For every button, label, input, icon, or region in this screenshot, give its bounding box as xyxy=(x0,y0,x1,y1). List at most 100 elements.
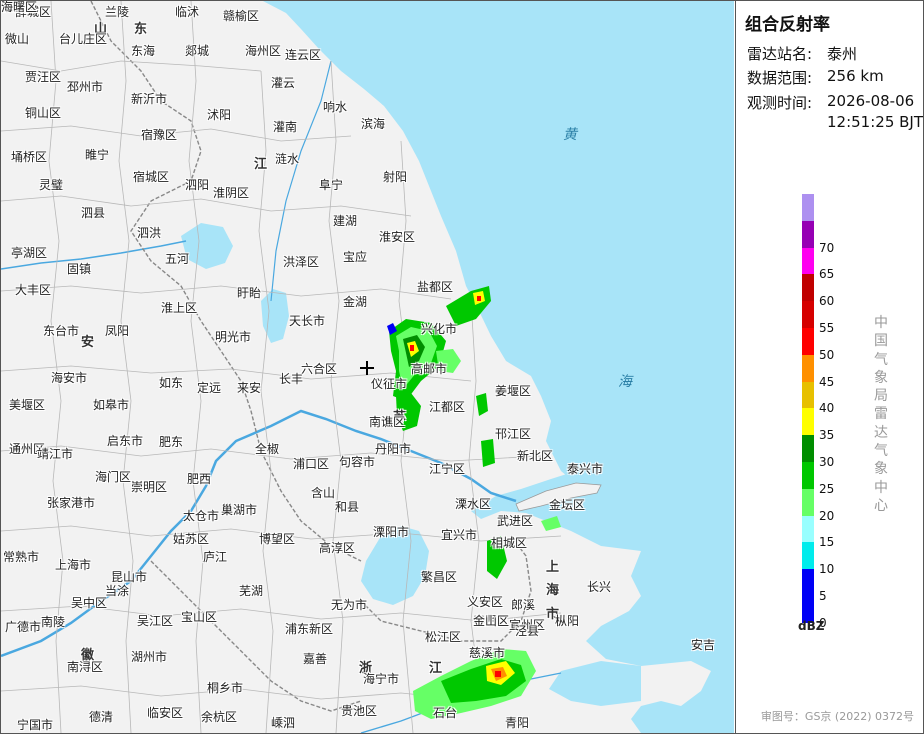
place-label: 句容市 xyxy=(339,455,376,469)
legend-swatch xyxy=(802,542,814,570)
place-label: 全椒 xyxy=(255,442,280,456)
place-label: 江都区 xyxy=(429,400,466,414)
legend-swatch xyxy=(802,354,814,382)
legend-swatch xyxy=(802,327,814,355)
place-label: 郎溪 xyxy=(511,598,536,612)
place-label: 金山区 xyxy=(473,614,510,628)
place-label: 灵璧 xyxy=(39,178,64,192)
place-label: 宁国市 xyxy=(17,718,54,732)
place-label: 海安市 xyxy=(51,371,88,385)
place-label: 常熟市 xyxy=(3,550,40,564)
place-label: 德清 xyxy=(89,710,114,724)
place-label: 仪征市 xyxy=(371,377,408,391)
place-label: 睢宁 xyxy=(85,148,110,162)
place-label: 肥西 xyxy=(187,472,212,486)
info-key: 雷达站名: xyxy=(747,45,813,63)
place-label: 安吉 xyxy=(691,638,716,652)
place-label: 上海市 xyxy=(55,558,92,572)
place-label: 枞阳 xyxy=(555,614,580,628)
legend-tick-label: 10 xyxy=(819,562,835,577)
place-label: 青阳 xyxy=(505,716,530,730)
place-label: 连云区 xyxy=(285,48,322,62)
place-label: 南浔区 xyxy=(67,660,104,674)
place-label: 宜兴市 xyxy=(441,528,478,542)
place-label: 海门区 xyxy=(95,470,132,484)
info-row-station: 雷达站名: 泰州 xyxy=(747,43,857,64)
province-label: 海 xyxy=(546,583,560,598)
legend-tick-label: 15 xyxy=(819,535,835,550)
place-label: 肥东 xyxy=(159,435,184,449)
legend-swatch xyxy=(802,435,814,462)
place-label: 淮安区 xyxy=(379,230,416,244)
place-label: 兰陵 xyxy=(105,5,130,19)
place-label: 石台 xyxy=(433,706,458,720)
info-row-range: 数据范围: 256 km xyxy=(747,67,884,88)
legend-tick-label: 25 xyxy=(819,481,835,496)
province-label: 安 xyxy=(81,335,95,350)
legend-tick-label: 35 xyxy=(819,428,835,443)
legend-swatch xyxy=(802,301,814,328)
radar-site-marker[interactable] xyxy=(360,361,374,375)
place-label: 庐江 xyxy=(203,550,228,564)
place-label: 大丰区 xyxy=(15,283,52,297)
info-key: 观测时间: xyxy=(747,94,813,112)
place-label: 泗洪 xyxy=(137,226,162,240)
province-label: 东 xyxy=(134,22,148,37)
legend-tick-label: 20 xyxy=(819,508,835,523)
place-label: 赣榆区 xyxy=(223,9,260,23)
place-label: 广德市 xyxy=(5,620,42,634)
place-label: 宿豫区 xyxy=(141,128,178,142)
place-label: 泰兴市 xyxy=(567,462,604,476)
dbz-color-legend xyxy=(802,194,814,623)
province-label: 上 xyxy=(546,560,560,575)
place-label: 五河 xyxy=(165,252,190,266)
place-label: 阜宁 xyxy=(319,178,344,192)
legend-swatch xyxy=(802,274,814,302)
hangzhou-bay xyxy=(549,661,641,706)
place-label: 建湖 xyxy=(333,214,358,228)
place-label: 高邮市 xyxy=(411,362,448,376)
province-label: 江 xyxy=(254,157,268,172)
place-label: 太仓市 xyxy=(183,509,220,523)
legend-tick-label: 50 xyxy=(819,347,835,362)
place-label: 金湖 xyxy=(343,295,368,309)
info-panel: 组合反射率 雷达站名: 泰州 数据范围: 256 km 观测时间: 2026-0… xyxy=(735,1,924,733)
place-label: 巢湖市 xyxy=(221,503,258,517)
place-label: 姜堰区 xyxy=(495,384,532,398)
province-boundary xyxy=(90,1,362,562)
gaoyou-lake xyxy=(261,289,289,343)
legend-tick-label: 55 xyxy=(819,321,835,335)
place-label: 博望区 xyxy=(259,532,296,546)
place-label: 固镇 xyxy=(67,262,92,276)
place-label: 埇桥区 xyxy=(11,150,48,164)
legend-unit: dBZ xyxy=(798,619,825,633)
place-label: 溧水区 xyxy=(455,497,492,511)
place-label: 姑苏区 xyxy=(173,532,210,546)
place-label: 天长市 xyxy=(289,314,326,328)
place-label: 高淳区 xyxy=(319,541,356,555)
place-label: 海州区 xyxy=(245,44,282,58)
place-label: 金坛区 xyxy=(549,498,586,512)
place-label: 铜山区 xyxy=(25,106,62,120)
place-label: 武进区 xyxy=(497,514,534,528)
place-label: 盐都区 xyxy=(417,280,454,294)
place-label: 涟水 xyxy=(275,152,300,166)
place-label: 郯城 xyxy=(185,44,210,58)
place-label: 临安区 xyxy=(147,706,184,720)
place-label: 张家港市 xyxy=(47,496,96,510)
info-value: 12:51:25 BJT xyxy=(827,113,924,131)
place-label: 泗阳 xyxy=(185,178,210,192)
map-review-number: 审图号：GS京 (2022) 0372号 xyxy=(760,710,914,723)
place-label: 洪泽区 xyxy=(283,255,320,269)
radar-map[interactable]: 山 东 江 安 苏 上 海 市 浙 江 徽 黄 海 薛城区 兰陵 临沭 赣榆区 微山 台儿… xyxy=(1,1,734,733)
place-label: 美堰区 xyxy=(9,398,46,412)
place-label: 当涂 xyxy=(105,584,130,598)
legend-swatch xyxy=(802,247,814,275)
place-label: 南陵 xyxy=(41,615,66,629)
place-label: 义安区 xyxy=(467,595,504,609)
place-label: 长丰 xyxy=(279,372,304,386)
place-label: 台儿庄区 xyxy=(59,32,108,46)
place-label: 南谯区 xyxy=(369,415,406,429)
place-label: 东海 xyxy=(131,44,156,58)
info-row-time: 观测时间: 2026-08-06 xyxy=(747,92,914,113)
